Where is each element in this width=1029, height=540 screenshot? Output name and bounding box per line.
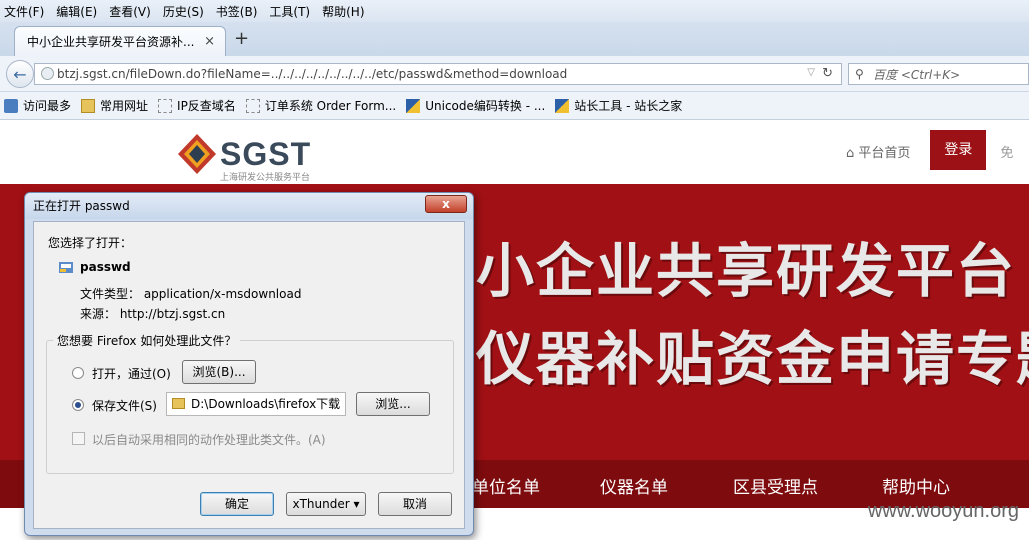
save-path-text: D:\Downloads\firefox下载 <box>191 397 341 411</box>
menu-history[interactable]: 历史(S) <box>163 3 204 20</box>
action-question: 您想要 Firefox 如何处理此文件？ <box>53 332 241 349</box>
navigation-bar: ← btzj.sgst.cn/fileDown.do?fileName=../.… <box>0 56 1029 92</box>
menu-help[interactable]: 帮助(H) <box>322 3 364 20</box>
back-arrow-icon: ← <box>13 64 27 84</box>
menu-edit[interactable]: 编辑(E) <box>56 3 97 20</box>
file-source: 来源： http://btzj.sgst.cn <box>80 307 226 321</box>
bookmark-unicode[interactable]: Unicode编码转换 - ... <box>406 97 545 114</box>
bookmark-label: 访问最多 <box>23 99 72 113</box>
dropdown-arrow-icon[interactable]: ▽ <box>807 67 815 78</box>
logo-subtitle: 上海研发公共服务平台 <box>220 173 311 183</box>
menu-instrument-list[interactable]: 仪器名单 <box>600 473 668 498</box>
tab-bar: 中小企业共享研发平台资源补... × + <box>0 22 1029 56</box>
browse-app-button[interactable]: 浏览(B)... <box>182 360 256 384</box>
watermark: www.wooyun.org <box>867 500 1019 522</box>
site-icon <box>555 98 570 113</box>
login-button[interactable]: 登录 <box>930 130 987 170</box>
file-type: 文件类型： application/x-msdownload <box>80 287 302 301</box>
url-text: btzj.sgst.cn/fileDown.do?fileName=../../… <box>57 67 568 81</box>
menu-help-center[interactable]: 帮助中心 <box>882 473 950 498</box>
bookmark-chinaz[interactable]: 站长工具 - 站长之家 <box>555 97 682 114</box>
file-type-icon <box>59 262 73 273</box>
close-tab-icon[interactable]: × <box>204 34 215 49</box>
menu-bar: 文件(F) 编辑(E) 查看(V) 历史(S) 书签(B) 工具(T) 帮助(H… <box>0 0 1029 22</box>
bookmark-label: 常用网址 <box>100 99 149 113</box>
home-link[interactable]: ⌂ 平台首页 <box>846 142 910 161</box>
bookmark-ip-reverse[interactable]: IP反查域名 <box>158 97 236 114</box>
cancel-button[interactable]: 取消 <box>378 492 452 516</box>
bookmark-star-icon <box>4 98 18 113</box>
search-box[interactable]: ⚲ 百度 <Ctrl+K> <box>848 63 1029 85</box>
bookmark-label: 订单系统 Order Form... <box>264 99 397 113</box>
open-file-dialog: 正在打开 passwd x 您选择了打开： passwd 文件类型： appli… <box>24 192 474 536</box>
bookmarks-bar: 访问最多 常用网址 IP反查域名 订单系统 Order Form... Unic… <box>0 92 1029 120</box>
folder-icon <box>81 98 96 113</box>
site-icon <box>406 98 421 113</box>
save-file-label: 保存文件(S) <box>92 399 157 413</box>
dialog-close-button[interactable]: x <box>425 195 467 213</box>
page-icon <box>245 98 260 113</box>
address-bar[interactable]: btzj.sgst.cn/fileDown.do?fileName=../../… <box>34 63 842 85</box>
globe-icon <box>41 67 54 80</box>
register-link[interactable]: 免 <box>1000 142 1013 161</box>
menu-view[interactable]: 查看(V) <box>109 3 151 20</box>
logo-mark-icon <box>178 134 216 174</box>
dialog-title: 正在打开 passwd <box>25 193 473 219</box>
bookmark-label: IP反查域名 <box>177 99 236 113</box>
open-with-radio[interactable] <box>72 367 84 379</box>
page-icon <box>158 98 173 113</box>
menu-bookmarks[interactable]: 书签(B) <box>216 3 258 20</box>
open-with-label: 打开，通过(O) <box>92 367 171 381</box>
site-logo[interactable]: SGST 上海研发公共服务平台 <box>176 130 326 183</box>
menu-district-points[interactable]: 区县受理点 <box>733 473 818 498</box>
bookmark-order-form[interactable]: 订单系统 Order Form... <box>245 97 397 114</box>
top-nav: ⌂ 平台首页 登录 免 <box>846 130 1013 170</box>
bookmark-most-visited[interactable]: 访问最多 <box>4 97 71 114</box>
folder-icon <box>172 398 185 409</box>
search-icon: ⚲ <box>855 67 864 81</box>
bookmark-label: 站长工具 - 站长之家 <box>574 99 683 113</box>
xthunder-button[interactable]: xThunder ▾ <box>286 492 366 516</box>
auto-action-label: 以后自动采用相同的动作处理此类文件。(A) <box>92 433 326 447</box>
banner-line-1: 小企业共享研发平台 <box>476 237 1017 305</box>
home-link-label: 平台首页 <box>858 145 911 161</box>
file-name: passwd <box>80 260 131 274</box>
new-tab-button[interactable]: + <box>234 28 249 49</box>
banner-line-2: 仪器补贴资金申请专题 <box>476 325 1029 393</box>
browser-chrome: 文件(F) 编辑(E) 查看(V) 历史(S) 书签(B) 工具(T) 帮助(H… <box>0 0 1029 120</box>
menu-file[interactable]: 文件(F) <box>4 3 44 20</box>
menu-unit-list[interactable]: 单位名单 <box>472 473 540 498</box>
back-button[interactable]: ← <box>6 60 34 88</box>
tab-active[interactable]: 中小企业共享研发平台资源补... × <box>14 26 226 56</box>
reload-icon[interactable]: ↻ <box>822 66 833 81</box>
tab-title: 中小企业共享研发平台资源补... <box>27 35 195 49</box>
browse-folder-button[interactable]: 浏览... <box>356 392 430 416</box>
save-file-radio[interactable] <box>72 399 84 411</box>
bookmark-common-sites[interactable]: 常用网址 <box>81 97 148 114</box>
menu-tools[interactable]: 工具(T) <box>269 3 310 20</box>
logo-name: SGST <box>220 136 312 172</box>
you-chose-label: 您选择了打开： <box>48 236 133 250</box>
search-placeholder: 百度 <Ctrl+K> <box>873 67 961 82</box>
auto-action-checkbox[interactable] <box>72 432 85 445</box>
ok-button[interactable]: 确定 <box>200 492 274 516</box>
bookmark-label: Unicode编码转换 - ... <box>425 99 546 113</box>
dialog-body: 您选择了打开： passwd 文件类型： application/x-msdow… <box>33 221 465 529</box>
save-path-field[interactable]: D:\Downloads\firefox下载 <box>166 392 346 416</box>
